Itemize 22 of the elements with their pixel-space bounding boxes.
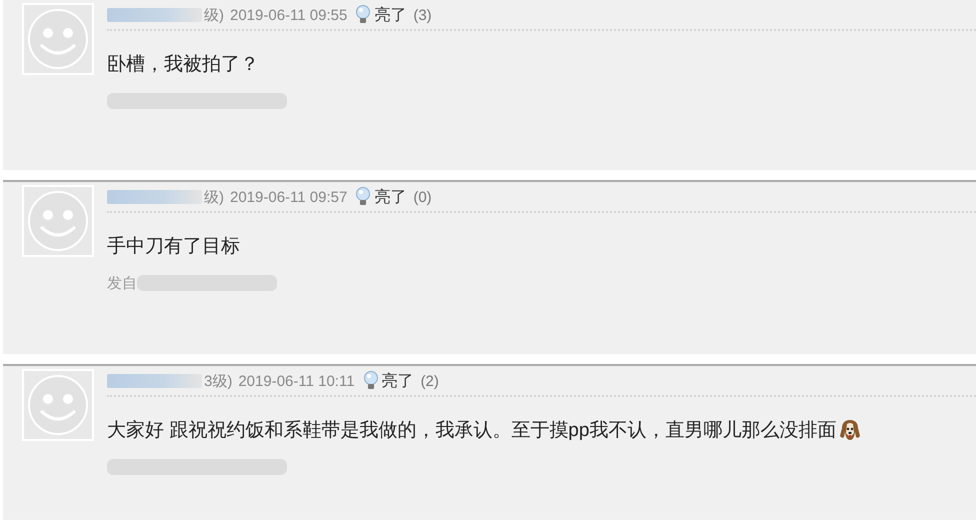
user-level: 级) <box>204 6 224 24</box>
comment-text: 大家好 跟祝祝约饭和系鞋带是我做的，我承认。至于摸pp我不认，直男哪儿那么没排面 <box>107 419 836 443</box>
user-level: 级) <box>204 188 224 206</box>
like-count: (2) <box>420 372 439 390</box>
comment-text: 卧槽，我被拍了？ <box>107 53 259 77</box>
post-time: 2019-06-11 09:57 <box>230 188 348 206</box>
like-label[interactable]: 亮了 <box>374 186 406 208</box>
smiley-avatar-icon <box>22 185 94 257</box>
post-time: 2019-06-11 10:11 <box>238 372 355 390</box>
client-source: 发自 <box>107 274 137 292</box>
comment-text: 手中刀有了目标 <box>107 235 240 259</box>
light-bulb-icon <box>355 187 372 207</box>
light-bulb-icon <box>362 371 379 391</box>
post-time: 2019-06-11 09:55 <box>230 6 348 24</box>
like-count: (3) <box>413 6 432 24</box>
user-level: 3级) <box>204 372 232 390</box>
like-label[interactable]: 亮了 <box>374 4 406 26</box>
smiley-avatar-icon <box>22 3 94 75</box>
like-count: (0) <box>413 188 432 206</box>
smiley-avatar-icon <box>22 369 94 441</box>
light-bulb-icon <box>355 5 372 25</box>
like-label[interactable]: 亮了 <box>382 370 414 392</box>
